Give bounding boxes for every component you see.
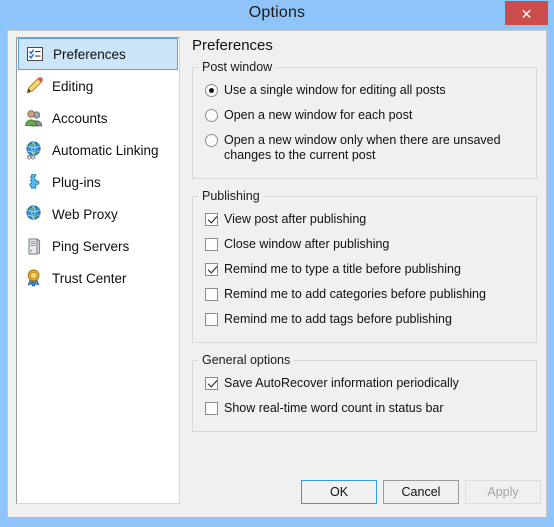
radio-button-unchecked[interactable] <box>205 134 218 147</box>
radio-option[interactable]: Open a new window for each post <box>193 103 536 128</box>
settings-category-list[interactable]: Preferences Editing Accounts Automatic Link… <box>16 37 180 504</box>
checkbox-unchecked[interactable] <box>205 288 218 301</box>
checkbox-checked[interactable] <box>205 213 218 226</box>
sidebar-item-label: Web Proxy <box>52 206 118 222</box>
option-label: Remind me to type a title before publish… <box>224 262 461 276</box>
sidebar-item-label: Ping Servers <box>52 238 130 254</box>
sidebar-item-label: Editing <box>52 78 94 94</box>
checkbox-checked[interactable] <box>205 263 218 276</box>
sidebar-item-editing[interactable]: Editing <box>17 70 179 102</box>
title-bar: Options ✕ <box>0 0 554 30</box>
radio-button-unchecked[interactable] <box>205 109 218 122</box>
group-legend: Publishing <box>202 189 260 203</box>
checkbox-option[interactable]: Remind me to add tags before publishing <box>193 307 536 332</box>
radio-option[interactable]: Open a new window only when there are un… <box>193 128 536 168</box>
page-title: Preferences <box>192 37 273 54</box>
group-publishing: Publishing View post after publishing Clos… <box>192 189 537 343</box>
checkbox-option[interactable]: Remind me to add categories before publi… <box>193 282 536 307</box>
radio-button-checked[interactable] <box>205 84 218 97</box>
option-label: Remind me to add tags before publishing <box>224 312 452 326</box>
group-body: Use a single window for editing all post… <box>193 74 536 178</box>
sidebar-item-label: Plug-ins <box>52 174 101 190</box>
server-icon <box>24 236 44 256</box>
group-general-options: General options Save AutoRecover informat… <box>192 353 537 432</box>
globe-icon <box>24 204 44 224</box>
sidebar-item-automatic-linking[interactable]: Automatic Linking <box>17 134 179 166</box>
sidebar-item-label: Automatic Linking <box>52 142 159 158</box>
option-label: Show real-time word count in status bar <box>224 401 444 415</box>
option-label: View post after publishing <box>224 212 367 226</box>
medal-icon <box>24 268 44 288</box>
checkbox-unchecked[interactable] <box>205 402 218 415</box>
cancel-button[interactable]: Cancel <box>383 480 459 504</box>
option-label: Close window after publishing <box>224 237 390 251</box>
options-groups: Post window Use a single window for editi… <box>188 60 540 432</box>
radio-option[interactable]: Use a single window for editing all post… <box>193 78 536 103</box>
option-label: Remind me to add categories before publi… <box>224 287 486 301</box>
globe-link-icon <box>24 140 44 160</box>
sidebar-item-plug-ins[interactable]: Plug-ins <box>17 166 179 198</box>
window-title: Options <box>248 4 306 21</box>
close-icon[interactable]: ✕ <box>505 1 548 25</box>
checkbox-unchecked[interactable] <box>205 313 218 326</box>
option-label: Open a new window for each post <box>224 108 413 122</box>
group-legend: Post window <box>202 60 273 74</box>
checkbox-unchecked[interactable] <box>205 238 218 251</box>
checkbox-option[interactable]: Remind me to type a title before publish… <box>193 257 536 282</box>
option-label: Use a single window for editing all post… <box>224 83 446 97</box>
group-body: View post after publishing Close window a… <box>193 203 536 342</box>
group-legend: General options <box>202 353 291 367</box>
sidebar-item-accounts[interactable]: Accounts <box>17 102 179 134</box>
sidebar-item-ping-servers[interactable]: Ping Servers <box>17 230 179 262</box>
dialog-button-bar: OK Cancel Apply <box>8 471 548 517</box>
sidebar-item-label: Preferences <box>53 46 126 62</box>
puzzle-piece-icon <box>24 172 44 192</box>
checkbox-option[interactable]: Show real-time word count in status bar <box>193 396 536 421</box>
settings-pane: Preferences Post window Use a single wind… <box>188 37 540 442</box>
sidebar-item-web-proxy[interactable]: Web Proxy <box>17 198 179 230</box>
group-body: Save AutoRecover information periodicall… <box>193 367 536 431</box>
group-post-window: Post window Use a single window for editi… <box>192 60 537 179</box>
dialog-client-area: Preferences Editing Accounts Automatic Link… <box>7 30 547 517</box>
pencil-icon <box>24 76 44 96</box>
sidebar-item-label: Trust Center <box>52 270 127 286</box>
option-label: Save AutoRecover information periodicall… <box>224 376 459 390</box>
sidebar-item-preferences[interactable]: Preferences <box>18 38 178 70</box>
ok-button[interactable]: OK <box>301 480 377 504</box>
checkbox-option[interactable]: View post after publishing <box>193 207 536 232</box>
options-dialog-window: Options ✕ Preferences Editing Accounts Auto… <box>0 0 554 527</box>
checkbox-option[interactable]: Close window after publishing <box>193 232 536 257</box>
checkbox-option[interactable]: Save AutoRecover information periodicall… <box>193 371 536 396</box>
sidebar-item-label: Accounts <box>52 110 108 126</box>
checkbox-checked[interactable] <box>205 377 218 390</box>
preferences-checklist-icon <box>25 44 45 64</box>
sidebar-item-trust-center[interactable]: Trust Center <box>17 262 179 294</box>
apply-button: Apply <box>465 480 541 504</box>
option-label: Open a new window only when there are un… <box>224 133 501 162</box>
users-icon <box>24 108 44 128</box>
